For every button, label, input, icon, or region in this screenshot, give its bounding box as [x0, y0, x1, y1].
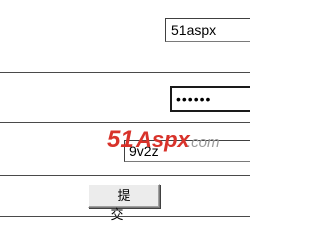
- submit-row: 提 交: [0, 176, 250, 223]
- password-input[interactable]: [172, 88, 250, 110]
- password-row: [0, 73, 250, 122]
- password-field-frame: [170, 86, 250, 112]
- username-row: [0, 0, 250, 72]
- divider-line: [0, 216, 250, 217]
- submit-button[interactable]: 提 交: [88, 184, 160, 223]
- username-input[interactable]: [165, 18, 250, 42]
- login-form: 51 Aspx .com 提 交: [0, 0, 250, 230]
- verification-code-input[interactable]: [124, 140, 250, 162]
- verification-code-row: 51 Aspx .com: [0, 123, 250, 175]
